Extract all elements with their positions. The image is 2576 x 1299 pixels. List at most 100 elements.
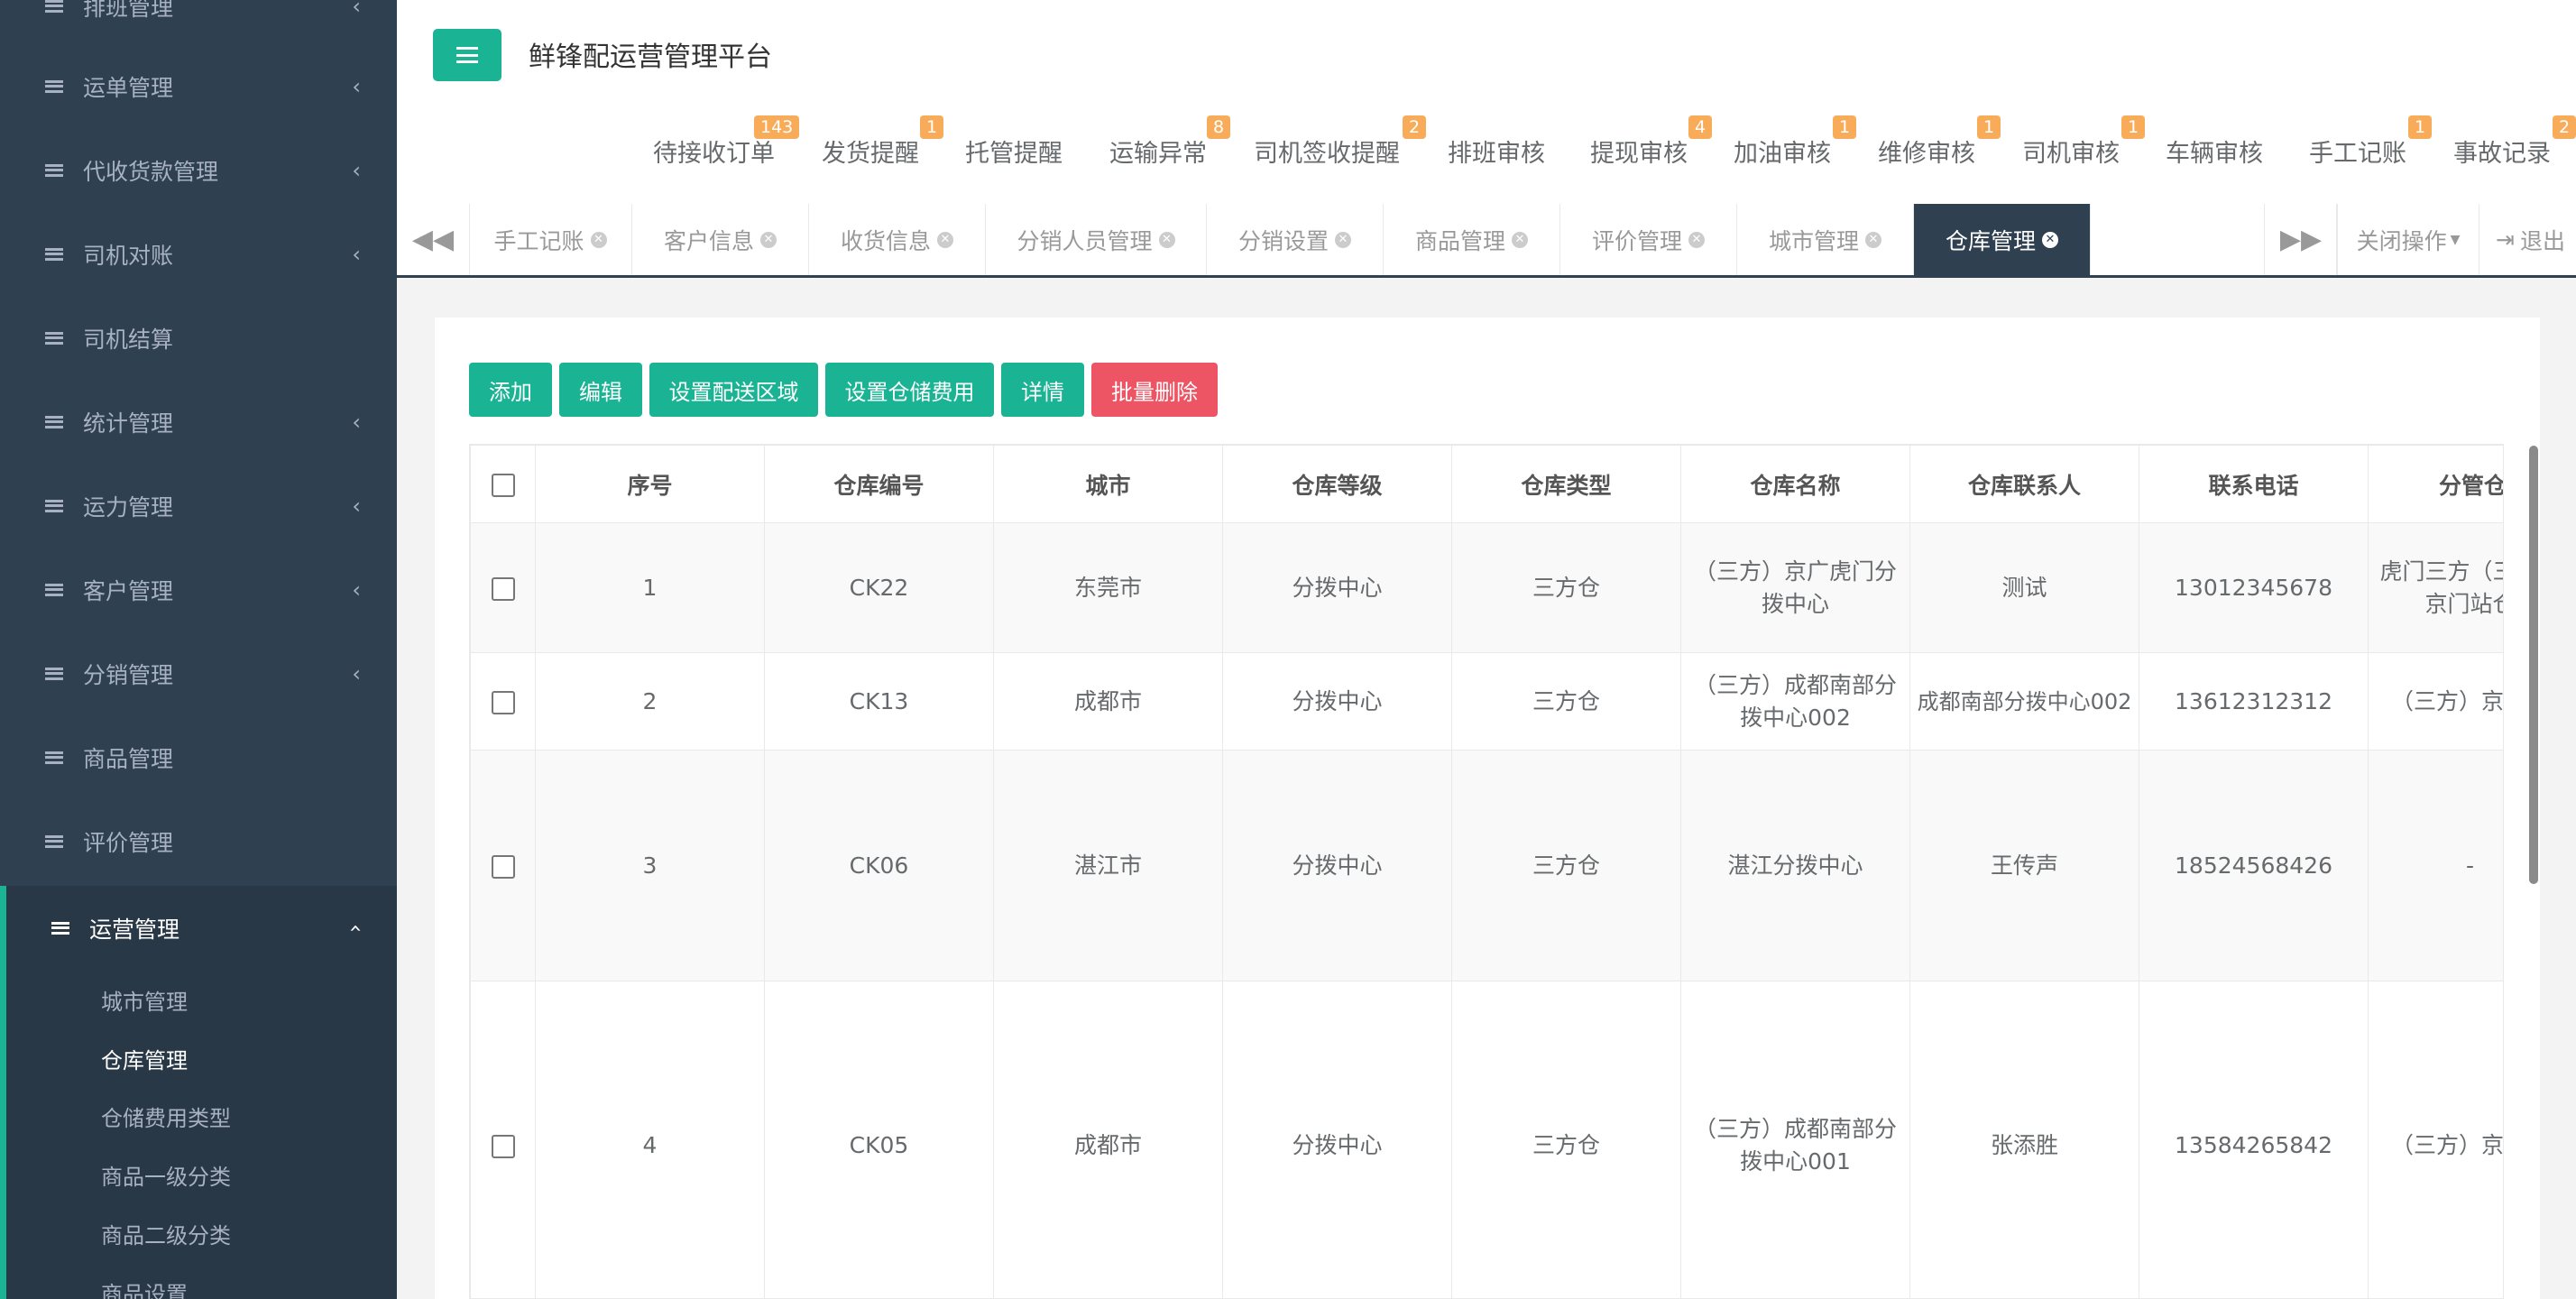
hamburger-icon [45, 247, 63, 261]
tab-label: 客户信息 [663, 227, 754, 254]
tab-label: 收货信息 [840, 227, 931, 254]
column-header[interactable]: 序号 [535, 445, 765, 523]
row-select-cell [470, 750, 536, 981]
hamburger-icon [45, 751, 63, 764]
close-icon[interactable]: ✕ [590, 231, 607, 248]
tab-scroll-right-button[interactable]: ▶▶ [2264, 204, 2338, 275]
tab-review-management[interactable]: 评价管理 ✕ [1560, 204, 1737, 275]
sidebar-item-capacity[interactable]: 运力管理 ‹ [0, 464, 397, 548]
sidebar-item-distribution[interactable]: 分销管理 ‹ [0, 631, 397, 715]
sidebar-subitem-product-settings[interactable]: 商品设置 [101, 1265, 188, 1299]
edit-button[interactable]: 编辑 [559, 363, 642, 417]
tab-customer-info[interactable]: 客户信息 ✕ [632, 204, 809, 275]
column-header[interactable]: 仓库编号 [764, 445, 994, 523]
close-icon[interactable]: ✕ [937, 231, 953, 248]
alert-schedule-review[interactable]: 排班审核 [1448, 134, 1545, 169]
alert-driver-sign[interactable]: 司机签收提醒 [1254, 134, 1400, 169]
alert-shipping-reminder[interactable]: 发货提醒 [822, 134, 919, 169]
tab-warehouse-management[interactable]: 仓库管理 ✕ [1914, 204, 2091, 275]
batch-delete-button[interactable]: 批量删除 [1091, 363, 1218, 417]
alert-custody-reminder[interactable]: 托管提醒 [965, 134, 1063, 169]
sidebar-item-waybill[interactable]: 运单管理 ‹ [0, 44, 397, 128]
close-icon[interactable]: ✕ [1865, 231, 1881, 248]
alert-withdraw-review[interactable]: 提现审核 [1590, 134, 1688, 169]
column-header[interactable]: 仓库名称 [1680, 445, 1910, 523]
detail-button[interactable]: 详情 [1001, 363, 1084, 417]
table-cell: 东莞市 [993, 522, 1223, 653]
table-scrollbar[interactable] [2529, 446, 2538, 884]
sidebar-item-driver-settlement[interactable]: 司机结算 [0, 296, 397, 380]
column-header[interactable]: 分管仓 [2368, 445, 2503, 523]
table-row[interactable]: 4 CK05 成都市 分拨中心 三方仓 （三方）成都南部分拨中心001 张添胜 … [470, 981, 2503, 1298]
alert-transport-exception[interactable]: 运输异常 [1109, 134, 1207, 169]
row-checkbox[interactable] [491, 576, 515, 601]
sidebar-subitem-category-2[interactable]: 商品二级分类 [101, 1206, 231, 1260]
logout-button[interactable]: ⇥ 退出 [2479, 204, 2576, 275]
close-icon[interactable]: ✕ [2042, 231, 2058, 248]
sidebar-subitem-storage-fee-type[interactable]: 仓储费用类型 [101, 1089, 231, 1143]
close-icon[interactable]: ✕ [1158, 231, 1175, 248]
chevron-left-icon: ‹ [352, 493, 361, 519]
tab-product-management[interactable]: 商品管理 ✕ [1384, 204, 1560, 275]
table-row[interactable]: 1 CK22 东莞市 分拨中心 三方仓 （三方）京广虎门分拨中心 测试 1301… [470, 522, 2503, 653]
hamburger-icon [45, 499, 63, 512]
alert-manual-bookkeeping[interactable]: 手工记账 [2309, 134, 2406, 169]
close-icon[interactable]: ✕ [760, 231, 777, 248]
alert-badge: 8 [1207, 115, 1231, 139]
column-header[interactable]: 仓库联系人 [1909, 445, 2139, 523]
table-cell: （三方）成都南部分拨中心002 [1680, 652, 1910, 751]
row-checkbox[interactable] [491, 690, 515, 714]
tab-receiving-info[interactable]: 收货信息 ✕ [809, 204, 986, 275]
hamburger-icon [51, 921, 69, 935]
sidebar-item-products[interactable]: 商品管理 [0, 715, 397, 799]
tab-label: 分销人员管理 [1017, 227, 1153, 254]
sidebar-subitem-warehouse[interactable]: 仓库管理 [101, 1031, 188, 1085]
sidebar-item-statistics[interactable]: 统计管理 ‹ [0, 380, 397, 464]
tab-label: 评价管理 [1591, 227, 1682, 254]
column-header[interactable]: 城市 [993, 445, 1223, 523]
sidebar-item-reviews[interactable]: 评价管理 [0, 799, 397, 883]
table-cell: 成都南部分拨中心002 [1909, 652, 2139, 751]
add-button[interactable]: 添加 [469, 363, 552, 417]
row-checkbox[interactable] [491, 854, 515, 879]
table-cell: 成都市 [993, 652, 1223, 751]
alert-vehicle-review[interactable]: 车辆审核 [2166, 134, 2263, 169]
column-header[interactable]: 仓库类型 [1451, 445, 1681, 523]
sidebar-item-operations[interactable]: 运营管理 ‹ [0, 886, 397, 970]
table-cell: CK13 [764, 652, 994, 751]
alert-repair-review[interactable]: 维修审核 [1878, 134, 1975, 169]
sidebar-item-cod[interactable]: 代收货款管理 ‹ [0, 128, 397, 212]
tab-distributor-staff[interactable]: 分销人员管理 ✕ [986, 204, 1207, 275]
set-delivery-area-button[interactable]: 设置配送区域 [649, 363, 818, 417]
alert-accident-record[interactable]: 事故记录 [2453, 134, 2551, 169]
table-cell: 张添胜 [1909, 981, 2139, 1298]
alert-driver-review[interactable]: 司机审核 [2022, 134, 2120, 169]
sidebar-item-label: 评价管理 [83, 829, 174, 856]
close-operations-dropdown[interactable]: 关闭操作 ▼ [2336, 204, 2479, 275]
sidebar-item-scheduling[interactable]: 排班管理 ‹ [0, 0, 397, 48]
close-icon[interactable]: ✕ [1512, 231, 1528, 248]
tab-distribution-settings[interactable]: 分销设置 ✕ [1207, 204, 1384, 275]
select-all-checkbox[interactable] [491, 474, 515, 497]
sidebar-item-customers[interactable]: 客户管理 ‹ [0, 548, 397, 631]
table-cell: 王传声 [1909, 750, 2139, 981]
column-header[interactable]: 仓库等级 [1222, 445, 1452, 523]
hamburger-icon [456, 47, 478, 63]
tab-scroll-left-button[interactable]: ◀◀ [397, 204, 470, 275]
tab-city-management[interactable]: 城市管理 ✕ [1737, 204, 1914, 275]
sidebar-subitem-city[interactable]: 城市管理 [101, 972, 188, 1027]
menu-toggle-button[interactable] [433, 29, 501, 81]
close-icon[interactable]: ✕ [1688, 231, 1705, 248]
row-checkbox[interactable] [491, 1134, 515, 1158]
tab-manual-bookkeeping[interactable]: 手工记账 ✕ [469, 204, 632, 275]
column-header[interactable]: 联系电话 [2139, 445, 2369, 523]
table-cell: （三方）京广虎门分拨中心 [1680, 522, 1910, 653]
close-icon[interactable]: ✕ [1335, 231, 1351, 248]
sidebar-item-driver-reconcile[interactable]: 司机对账 ‹ [0, 212, 397, 296]
hamburger-icon [45, 834, 63, 848]
sidebar-subitem-category-1[interactable]: 商品一级分类 [101, 1147, 231, 1202]
alert-fuel-review[interactable]: 加油审核 [1734, 134, 1831, 169]
set-storage-fee-button[interactable]: 设置仓储费用 [825, 363, 994, 417]
table-row[interactable]: 3 CK06 湛江市 分拨中心 三方仓 湛江分拨中心 王传声 185245684… [470, 750, 2503, 981]
table-row[interactable]: 2 CK13 成都市 分拨中心 三方仓 （三方）成都南部分拨中心002 成都南部… [470, 652, 2503, 751]
